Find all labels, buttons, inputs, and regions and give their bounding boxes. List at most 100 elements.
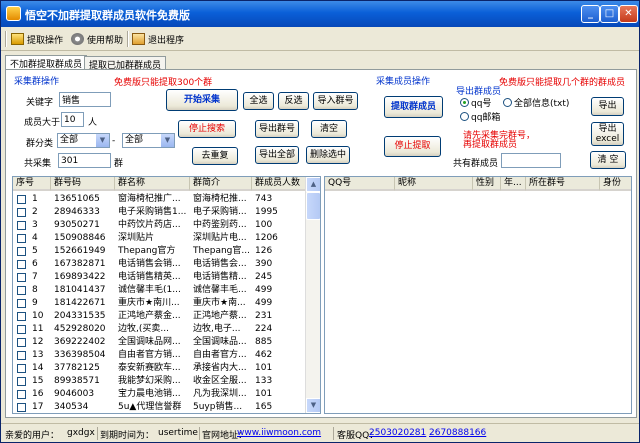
row-checkbox[interactable] bbox=[17, 403, 26, 412]
stop-extract-button[interactable]: 停止提取 bbox=[384, 136, 441, 157]
cell-group-number: 37782125 bbox=[54, 363, 100, 373]
table-row[interactable]: 9 181422671 重庆市★南川... 重庆市★南... 499 bbox=[13, 297, 305, 309]
cell-group-intro: 正鸿地产蔡... bbox=[193, 311, 247, 321]
exit-tool-button[interactable]: 退出程序 bbox=[132, 31, 184, 47]
tab-panel: 采集群操作 免费版只能提取300个群 关键字 成员大于 人 群分类 全部 ▼ -… bbox=[5, 69, 637, 418]
table-row[interactable]: 5 152661949 Thepang官方 Thepang官... 126 bbox=[13, 245, 305, 257]
row-checkbox[interactable] bbox=[17, 195, 26, 204]
scroll-up-icon[interactable]: ▲ bbox=[306, 177, 320, 192]
tab-no-join-extract[interactable]: 不加群提取群成员 bbox=[5, 55, 88, 70]
table-row[interactable]: 17 340534 5u▲代理信誉群 5uyp销售... 165 bbox=[13, 401, 305, 413]
export-all-button[interactable]: 导出全部 bbox=[255, 146, 299, 164]
keyword-input[interactable] bbox=[59, 92, 111, 107]
table-row[interactable]: 6 167382871 电话销售会销... 电话销售会... 390 bbox=[13, 258, 305, 270]
column-header-nickname[interactable]: 昵称 bbox=[395, 177, 473, 191]
row-checkbox[interactable] bbox=[17, 208, 26, 217]
import-groups-button[interactable]: 导入群号 bbox=[313, 92, 358, 110]
cell-index: 12 bbox=[32, 337, 44, 347]
row-checkbox[interactable] bbox=[17, 247, 26, 256]
radio-qq-mail-dot bbox=[460, 112, 469, 121]
clear-groups-button[interactable]: 清空 bbox=[311, 120, 347, 138]
table-row[interactable]: 16 9046003 宝力晨电池销... 凡为我深圳... 101 bbox=[13, 388, 305, 400]
row-checkbox[interactable] bbox=[17, 273, 26, 282]
row-checkbox[interactable] bbox=[17, 286, 26, 295]
cell-group-intro: Thepang官... bbox=[193, 246, 250, 256]
category-select-2[interactable]: 全部 ▼ bbox=[122, 133, 175, 148]
category-select-1[interactable]: 全部 ▼ bbox=[57, 133, 110, 148]
radio-qq-number[interactable]: qq号 bbox=[460, 96, 491, 109]
table-row[interactable]: 3 93050271 中药饮片药店... 中药鉴别药... 100 bbox=[13, 219, 305, 231]
clear-members-button[interactable]: 清 空 bbox=[590, 151, 626, 169]
column-header-group-number[interactable]: 群号码 bbox=[51, 177, 115, 191]
invert-select-button[interactable]: 反选 bbox=[278, 92, 309, 110]
cell-group-name: 电话销售精英... bbox=[118, 272, 181, 282]
table-row[interactable]: 14 37782125 泰安新赛欧车... 承接省内大... 101 bbox=[13, 362, 305, 374]
extract-members-button[interactable]: 提取群成员 bbox=[384, 96, 443, 118]
column-header-group[interactable]: 所在群号 bbox=[526, 177, 600, 191]
export-excel-button[interactable]: 导出 excel bbox=[591, 122, 624, 146]
cell-group-intro: 收金区全服... bbox=[193, 376, 247, 386]
column-header-group-intro[interactable]: 群简介 bbox=[190, 177, 252, 191]
cell-group-number: 452928020 bbox=[54, 324, 106, 334]
start-collect-button[interactable]: 开始采集 bbox=[166, 89, 238, 111]
user-value: gxdgx bbox=[67, 428, 95, 438]
exit-icon bbox=[132, 33, 145, 45]
minimize-button[interactable]: _ bbox=[581, 5, 600, 23]
cell-member-count: 499 bbox=[255, 298, 273, 308]
close-button[interactable]: ✕ bbox=[619, 5, 638, 23]
support-qq-link-1[interactable]: 2503020281 bbox=[369, 428, 426, 438]
radio-qq-number-dot bbox=[460, 98, 469, 107]
row-checkbox[interactable] bbox=[17, 364, 26, 373]
export-button[interactable]: 导出 bbox=[591, 97, 624, 116]
scroll-down-icon[interactable]: ▼ bbox=[306, 398, 320, 413]
table-row[interactable]: 12 369222402 全国调味品网... 全国调味品... 885 bbox=[13, 336, 305, 348]
table-row[interactable]: 15 89938571 我能梦幻采购... 收金区全服... 133 bbox=[13, 375, 305, 387]
column-header-member-count[interactable]: 群成员人数 bbox=[252, 177, 308, 191]
scroll-thumb[interactable] bbox=[306, 192, 320, 220]
dedup-button[interactable]: 去重复 bbox=[192, 147, 238, 165]
total-groups-input[interactable] bbox=[58, 153, 111, 168]
cell-group-number: 93050271 bbox=[54, 220, 100, 230]
table-row[interactable]: 7 169893422 电话销售精英... 电话销售精... 245 bbox=[13, 271, 305, 283]
row-checkbox[interactable] bbox=[17, 260, 26, 269]
column-header-group-name[interactable]: 群名称 bbox=[115, 177, 190, 191]
site-link[interactable]: www.iiwmoon.com bbox=[237, 428, 321, 438]
row-checkbox[interactable] bbox=[17, 351, 26, 360]
column-header-index[interactable]: 序号 bbox=[13, 177, 51, 191]
column-header-role[interactable]: 身份 bbox=[600, 177, 631, 191]
extract-tool-button[interactable]: 提取操作 bbox=[11, 31, 63, 47]
member-total-input[interactable] bbox=[501, 153, 561, 168]
table-row[interactable]: 8 181041437 诚信馨丰毛(1... 诚信馨丰毛... 499 bbox=[13, 284, 305, 296]
row-checkbox[interactable] bbox=[17, 221, 26, 230]
column-header-age[interactable]: 年... bbox=[501, 177, 526, 191]
cell-group-number: 9046003 bbox=[54, 389, 95, 399]
table-row[interactable]: 13 336398504 自由者官方销... 自由者官方... 462 bbox=[13, 349, 305, 361]
row-checkbox[interactable] bbox=[17, 299, 26, 308]
members-input[interactable] bbox=[61, 112, 84, 127]
group-table-scrollbar[interactable]: ▲ ▼ bbox=[305, 177, 320, 413]
support-qq-link-2[interactable]: 2670888166 bbox=[429, 428, 486, 438]
row-checkbox[interactable] bbox=[17, 390, 26, 399]
radio-all-info[interactable]: 全部信息(txt) bbox=[503, 96, 569, 109]
export-group-numbers-button[interactable]: 导出群号 bbox=[255, 120, 299, 138]
row-checkbox[interactable] bbox=[17, 325, 26, 334]
row-checkbox[interactable] bbox=[17, 234, 26, 243]
select-all-button[interactable]: 全选 bbox=[243, 92, 274, 110]
row-checkbox[interactable] bbox=[17, 312, 26, 321]
delete-selected-button[interactable]: 删除选中 bbox=[306, 146, 350, 164]
radio-qq-mail[interactable]: qq邮箱 bbox=[460, 110, 500, 123]
row-checkbox[interactable] bbox=[17, 338, 26, 347]
column-header-qq[interactable]: QQ号 bbox=[325, 177, 395, 191]
table-row[interactable]: 2 28946333 电子采购销售1... 电子采购销... 1995 bbox=[13, 206, 305, 218]
help-tool-button[interactable]: 使用帮助 bbox=[71, 31, 123, 47]
row-checkbox[interactable] bbox=[17, 377, 26, 386]
table-row[interactable]: 11 452928020 边牧,(买卖... 边牧,电子... 224 bbox=[13, 323, 305, 335]
gear-icon bbox=[71, 33, 84, 45]
stop-search-button[interactable]: 停止搜索 bbox=[178, 120, 236, 138]
maximize-button[interactable]: □ bbox=[600, 5, 619, 23]
table-row[interactable]: 1 13651065 窗海椅杞推广... 窗海椅杞推... 743 bbox=[13, 193, 305, 205]
column-header-gender[interactable]: 性别 bbox=[473, 177, 501, 191]
table-row[interactable]: 4 150908846 深圳贴片 深圳贴片电... 1206 bbox=[13, 232, 305, 244]
table-row[interactable]: 10 204331535 正鸿地产蔡金... 正鸿地产蔡... 231 bbox=[13, 310, 305, 322]
tab-joined-extract[interactable]: 提取已加群群成员 bbox=[84, 56, 167, 71]
